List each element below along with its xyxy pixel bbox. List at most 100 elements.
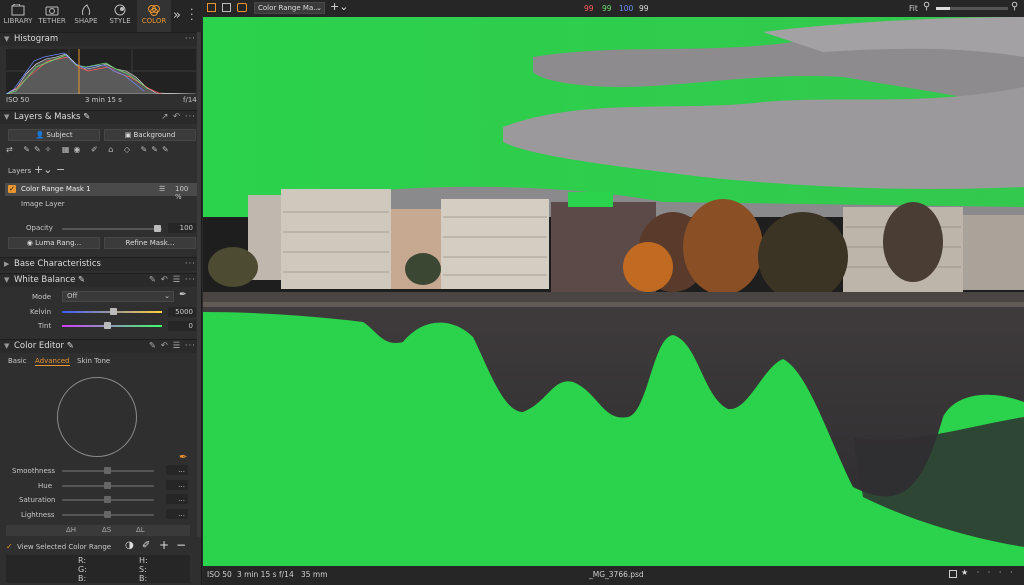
more-icon[interactable]: ✎ ↶ ☰ ···	[149, 340, 196, 353]
add-range-icon[interactable]: +	[159, 538, 169, 552]
more-icon[interactable]: ···	[185, 33, 196, 46]
view-selected-checkbox[interactable]: ✓	[6, 542, 13, 551]
saturation-label: Saturation	[19, 496, 56, 504]
tab-tether[interactable]: TETHER	[35, 0, 69, 32]
lightness-slider-knob[interactable]	[104, 511, 111, 518]
tab-shape[interactable]: SHAPE	[69, 0, 103, 32]
more-icon[interactable]: ✎ ↶ ☰ ···	[149, 274, 196, 287]
kelvin-label: Kelvin	[30, 308, 52, 316]
tab-basic[interactable]: Basic	[8, 357, 27, 365]
layer-row-selected[interactable]: ✓ Color Range Mask 1 ☰ 100 %	[5, 183, 197, 201]
opacity-slider-knob[interactable]	[154, 225, 161, 232]
layer-checkbox[interactable]: ✓	[8, 185, 16, 193]
zoom-label[interactable]: Fit	[909, 4, 918, 13]
mask-mode-dropdown[interactable]: Color Range Ma... ⌄	[254, 2, 325, 14]
color-range-icon[interactable]: ◑	[125, 540, 134, 551]
zoom-slider-track[interactable]	[936, 7, 1008, 10]
color-picker-icon[interactable]: ✒	[179, 452, 187, 463]
remove-layer-icon[interactable]: −	[56, 163, 65, 176]
status-bar: ISO 50 3 min 15 s f/14 35 mm _MG_3766.ps…	[203, 566, 1024, 585]
histogram-graph	[5, 49, 197, 95]
hue-slider-knob[interactable]	[104, 482, 111, 489]
smoothness-slider-knob[interactable]	[104, 467, 111, 474]
pipette-icon: ✎	[66, 341, 74, 351]
pipette-plus-icon[interactable]: ✐	[142, 540, 150, 551]
mode-dropdown[interactable]: Off ⌄	[62, 291, 174, 302]
kelvin-value[interactable]: 5000	[168, 307, 196, 317]
base-characteristics-header[interactable]: ▶ Base Characteristics ···	[0, 257, 201, 271]
image-viewer[interactable]	[203, 17, 1024, 567]
brush-icon[interactable]: ⇄ ✎✎✧ ▦◉ ✐ ⌂ ◇ ✎✎✎	[6, 145, 173, 154]
kelvin-slider-knob[interactable]	[110, 308, 117, 315]
color-tag-icon[interactable]	[949, 570, 957, 578]
refine-mask-button[interactable]: Refine Mask...	[104, 237, 196, 249]
subject-button[interactable]: 👤 Subject	[8, 129, 100, 141]
status-shutter: 3 min 15 s	[237, 570, 277, 579]
histogram-header[interactable]: ▼ Histogram ···	[0, 32, 201, 46]
delta-h[interactable]: ΔH	[66, 526, 76, 534]
panel-scrollbar[interactable]	[197, 32, 201, 537]
style-icon	[114, 4, 126, 16]
grid-view-icon[interactable]	[207, 3, 216, 12]
readout-l: 99	[639, 4, 649, 13]
delta-s[interactable]: ΔS	[102, 526, 111, 534]
status-focal: 35 mm	[301, 570, 328, 579]
opacity-slider-track[interactable]	[62, 228, 162, 230]
mask-tools-row[interactable]: ⇄ ✎✎✧ ▦◉ ✐ ⌂ ◇ ✎✎✎	[6, 145, 196, 157]
luma-icon: ◉	[26, 239, 33, 247]
image-icon: ▣	[124, 131, 132, 139]
chevron-down-icon: ⌄	[164, 292, 170, 300]
mask-view-icon[interactable]	[237, 3, 247, 12]
viewer-toolbar: Color Range Ma... ⌄ +⌄ 99 99 100 99 Fit ⚲…	[203, 0, 1024, 17]
tint-slider-track[interactable]	[62, 325, 162, 327]
mode-label: Mode	[32, 293, 52, 301]
zoom-in-icon[interactable]: ⚲	[1011, 1, 1018, 12]
chevron-down-icon: ⌄	[316, 4, 322, 12]
pipette-icon: ✎	[83, 112, 91, 122]
tab-library[interactable]: LIBRARY	[1, 0, 35, 32]
histogram-shutter: 3 min 15 s	[85, 96, 122, 104]
tool-panel: LIBRARY TETHER SHAPE STYLE COLOR » · · · ▼…	[0, 0, 202, 585]
tab-skin-tone[interactable]: Skin Tone	[77, 357, 110, 365]
more-tabs-icon[interactable]: »	[173, 8, 181, 23]
kebab-menu-icon[interactable]: · · ·	[190, 4, 194, 25]
readout-g: 99	[602, 4, 612, 13]
remove-range-icon[interactable]: −	[176, 538, 186, 552]
smoothness-value[interactable]: ...	[166, 465, 188, 475]
hue-value[interactable]: ...	[166, 480, 188, 490]
opacity-value[interactable]: 100	[168, 223, 196, 233]
saturation-value[interactable]: ...	[166, 494, 188, 504]
more-icon[interactable]: ↗ ↶ ···	[161, 111, 196, 124]
add-icon[interactable]: +⌄	[330, 0, 348, 13]
tint-value[interactable]: 0	[168, 321, 196, 331]
lightness-value[interactable]: ...	[166, 509, 188, 519]
luma-range-button[interactable]: ◉ Luma Rang...	[8, 237, 100, 249]
color-icon	[148, 5, 160, 16]
library-icon	[11, 4, 25, 16]
add-layer-icon[interactable]: +⌄	[34, 163, 52, 176]
zoom-icon[interactable]: ⚲	[923, 1, 930, 12]
photo-with-mask	[203, 17, 1024, 567]
white-balance-header[interactable]: ▼ White Balance ✎ ✎ ↶ ☰ ···	[0, 273, 201, 287]
picker-icon[interactable]: ✒	[179, 290, 187, 300]
color-wheel[interactable]	[57, 377, 137, 457]
layer-settings-icon[interactable]: ☰	[159, 185, 165, 193]
tab-color[interactable]: COLOR	[137, 0, 171, 32]
tab-style[interactable]: STYLE	[103, 0, 137, 32]
background-button[interactable]: ▣ Background	[104, 129, 196, 141]
layers-masks-header[interactable]: ▼ Layers & Masks ✎ ↗ ↶ ···	[0, 110, 201, 124]
histogram-iso: ISO 50	[6, 96, 30, 104]
collapse-icon: ▼	[4, 35, 10, 43]
saturation-slider-knob[interactable]	[104, 496, 111, 503]
layer-opacity: 100 %	[175, 185, 189, 201]
color-editor-header[interactable]: ▼ Color Editor ✎ ✎ ↶ ☰ ···	[0, 339, 201, 353]
single-view-icon[interactable]	[222, 3, 231, 12]
more-icon[interactable]: ···	[185, 258, 196, 271]
rating-stars[interactable]: ★ · · · ·	[961, 568, 1016, 577]
tab-advanced[interactable]: Advanced	[35, 357, 70, 366]
tint-slider-knob[interactable]	[104, 322, 111, 329]
delta-l[interactable]: ΔL	[136, 526, 145, 534]
layer-name: Color Range Mask 1	[21, 185, 91, 193]
lightness-label: Lightness	[21, 511, 55, 519]
layers-label: Layers	[8, 167, 32, 175]
